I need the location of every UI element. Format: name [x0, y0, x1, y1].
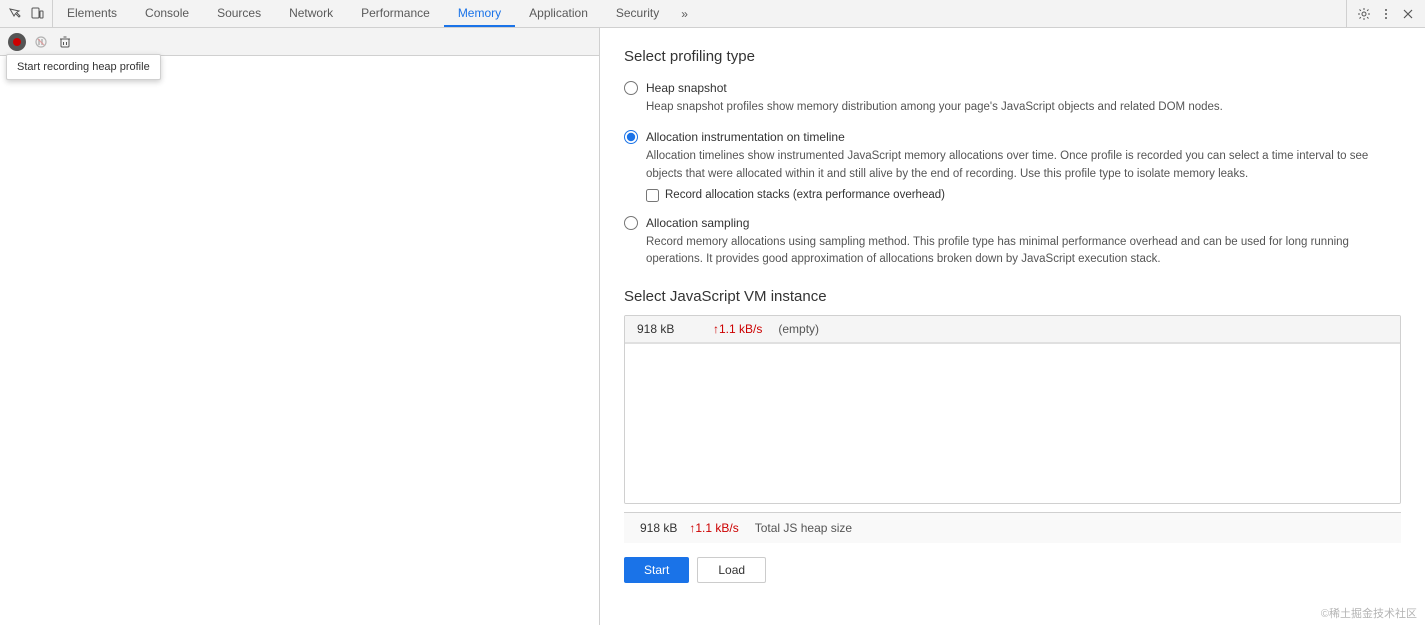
- devtools-right-icons: [1346, 0, 1425, 27]
- vm-instance-row[interactable]: 918 kB ↑1.1 kB/s (empty): [625, 316, 1400, 343]
- device-icon[interactable]: [28, 5, 46, 23]
- heap-snapshot-desc: Heap snapshot profiles show memory distr…: [646, 99, 1401, 116]
- profiling-type-title: Select profiling type: [624, 48, 1401, 65]
- tab-network[interactable]: Network: [275, 0, 347, 27]
- left-panel: 开启定时器: [0, 28, 600, 625]
- allocation-sampling-radio[interactable]: [624, 216, 638, 230]
- heap-snapshot-radio[interactable]: [624, 81, 638, 95]
- vm-empty-area: [625, 343, 1400, 503]
- tab-console[interactable]: Console: [131, 0, 203, 27]
- load-button[interactable]: Load: [697, 557, 766, 583]
- stop-button[interactable]: [32, 33, 50, 51]
- allocation-sampling-desc: Record memory allocations using sampling…: [646, 234, 1401, 269]
- clear-button[interactable]: [56, 33, 74, 51]
- vm-instance-table: 918 kB ↑1.1 kB/s (empty): [624, 315, 1401, 504]
- tab-application[interactable]: Application: [515, 0, 602, 27]
- heap-rate: ↑1.1 kB/s: [689, 521, 738, 535]
- inspect-icon[interactable]: [6, 5, 24, 23]
- start-button[interactable]: Start: [624, 557, 689, 583]
- vm-name: (empty): [778, 322, 819, 336]
- devtools-topbar: Elements Console Sources Network Perform…: [0, 0, 1425, 28]
- allocation-stacks-row: Record allocation stacks (extra performa…: [646, 189, 1401, 202]
- vm-section-title: Select JavaScript VM instance: [624, 288, 1401, 305]
- allocation-timeline-desc: Allocation timelines show instrumented J…: [646, 148, 1401, 183]
- tab-elements[interactable]: Elements: [53, 0, 131, 27]
- bottom-stats-bar: 918 kB ↑1.1 kB/s Total JS heap size: [624, 512, 1401, 543]
- more-options-icon[interactable]: [1377, 5, 1395, 23]
- tooltip-container: Start recording heap profile: [6, 54, 161, 80]
- heap-snapshot-label: Heap snapshot: [646, 81, 727, 95]
- allocation-timeline-radio[interactable]: [624, 130, 638, 144]
- allocation-timeline-option: Allocation instrumentation on timeline A…: [624, 130, 1401, 202]
- profiling-options: Heap snapshot Heap snapshot profiles sho…: [624, 81, 1401, 268]
- vm-rate: ↑1.1 kB/s: [713, 322, 762, 336]
- settings-icon[interactable]: [1355, 5, 1373, 23]
- allocation-sampling-label: Allocation sampling: [646, 216, 749, 230]
- tab-performance[interactable]: Performance: [347, 0, 444, 27]
- heap-label: Total JS heap size: [755, 521, 852, 535]
- record-button[interactable]: [8, 33, 26, 51]
- close-icon[interactable]: [1399, 5, 1417, 23]
- right-panel: Select profiling type Heap snapshot Heap…: [600, 28, 1425, 625]
- devtools-tabs: Elements Console Sources Network Perform…: [53, 0, 1346, 27]
- allocation-sampling-option: Allocation sampling Record memory alloca…: [624, 216, 1401, 269]
- main-layout: 开启定时器: [0, 28, 1425, 625]
- record-tooltip: Start recording heap profile: [6, 54, 161, 80]
- allocation-timeline-label: Allocation instrumentation on timeline: [646, 130, 845, 144]
- allocation-stacks-label: Record allocation stacks (extra performa…: [665, 189, 945, 201]
- total-heap-size: 918 kB: [640, 521, 677, 535]
- tab-sources[interactable]: Sources: [203, 0, 275, 27]
- vm-size: 918 kB: [637, 322, 697, 336]
- tab-security[interactable]: Security: [602, 0, 673, 27]
- more-tabs-button[interactable]: »: [673, 0, 696, 27]
- heap-snapshot-option: Heap snapshot Heap snapshot profiles sho…: [624, 81, 1401, 116]
- allocation-stacks-checkbox[interactable]: [646, 189, 659, 202]
- watermark: ©稀土掘金技术社区: [1313, 601, 1425, 625]
- tab-memory[interactable]: Memory: [444, 0, 515, 27]
- devtools-left-icons: [0, 0, 53, 27]
- action-buttons: Start Load: [624, 547, 1401, 583]
